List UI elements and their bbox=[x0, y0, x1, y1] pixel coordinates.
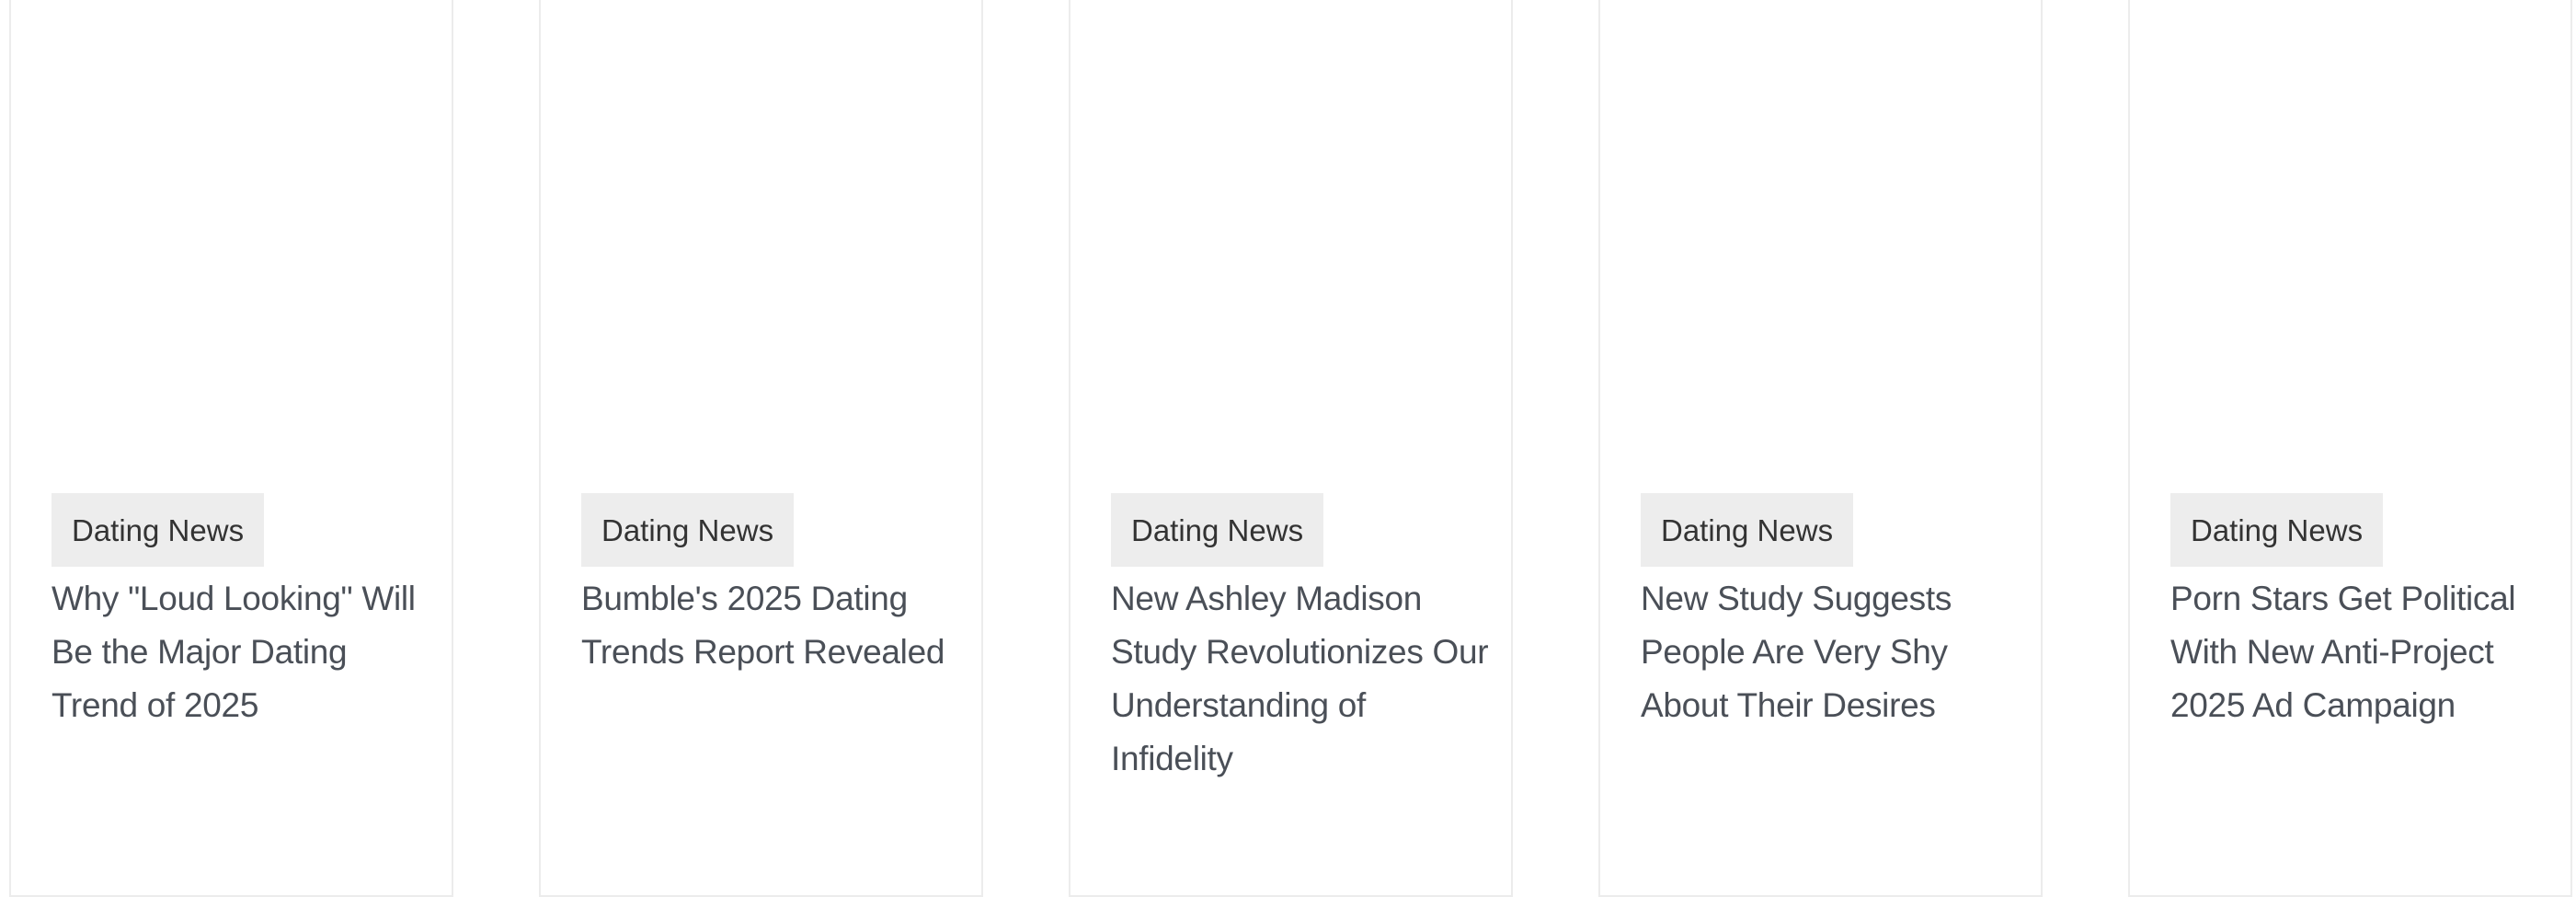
article-title[interactable]: Why "Loud Looking" Will Be the Major Dat… bbox=[52, 572, 433, 732]
category-badge[interactable]: Dating News bbox=[52, 493, 265, 567]
article-image-placeholder[interactable] bbox=[11, 0, 452, 478]
article-image-placeholder[interactable] bbox=[541, 0, 981, 478]
article-grid: Dating News Why "Loud Looking" Will Be t… bbox=[0, 0, 2576, 897]
article-image-placeholder[interactable] bbox=[2130, 0, 2570, 478]
article-title[interactable]: Porn Stars Get Political With New Anti-P… bbox=[2170, 572, 2552, 732]
article-card[interactable]: Dating News Why "Loud Looking" Will Be t… bbox=[9, 0, 453, 897]
category-badge[interactable]: Dating News bbox=[2170, 493, 2384, 567]
article-image-placeholder[interactable] bbox=[1070, 0, 1511, 478]
article-card[interactable]: Dating News Porn Stars Get Political Wit… bbox=[2128, 0, 2572, 897]
category-badge[interactable]: Dating News bbox=[1111, 493, 1324, 567]
article-title[interactable]: New Study Suggests People Are Very Shy A… bbox=[1641, 572, 2022, 732]
category-badge[interactable]: Dating News bbox=[1641, 493, 1854, 567]
article-title[interactable]: New Ashley Madison Study Revolutionizes … bbox=[1111, 572, 1493, 786]
article-title[interactable]: Bumble's 2025 Dating Trends Report Revea… bbox=[581, 572, 963, 679]
article-card[interactable]: Dating News Bumble's 2025 Dating Trends … bbox=[539, 0, 983, 897]
article-card[interactable]: Dating News New Study Suggests People Ar… bbox=[1598, 0, 2043, 897]
article-card[interactable]: Dating News New Ashley Madison Study Rev… bbox=[1069, 0, 1513, 897]
article-image-placeholder[interactable] bbox=[1600, 0, 2041, 478]
category-badge[interactable]: Dating News bbox=[581, 493, 795, 567]
